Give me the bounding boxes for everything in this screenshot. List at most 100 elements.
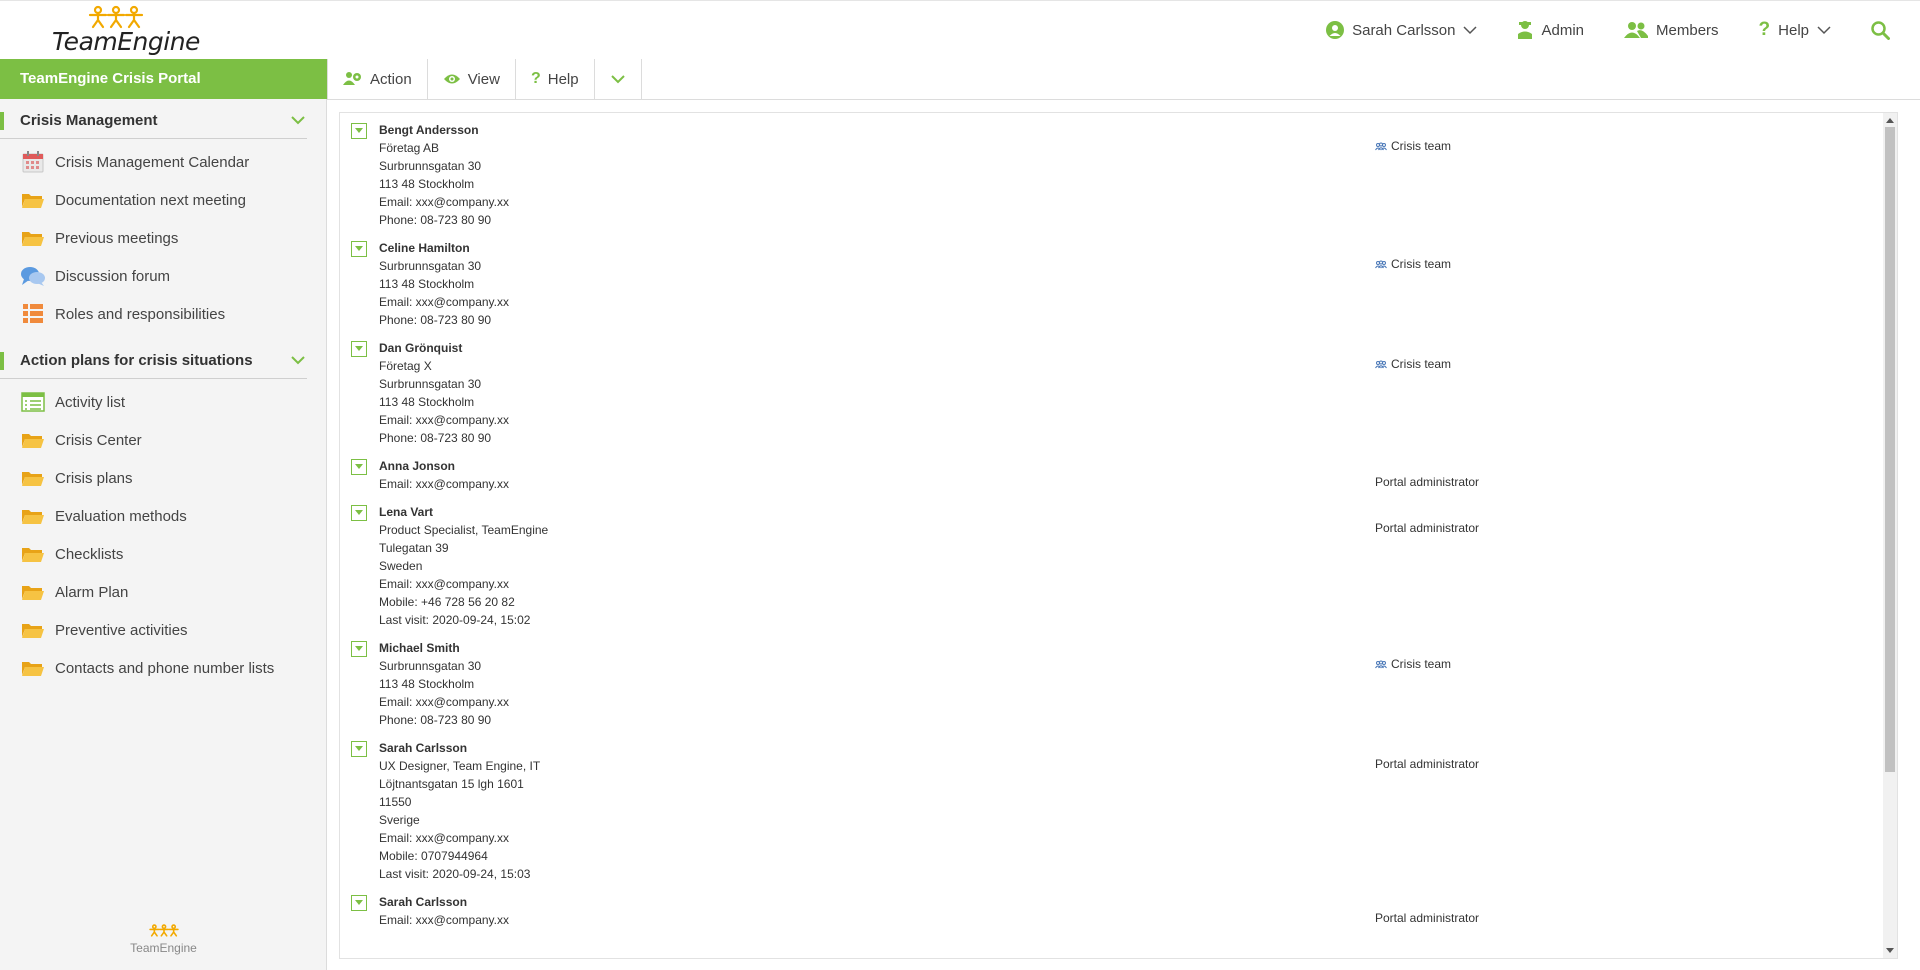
member-details: Bengt Andersson Företag AB Surbrunnsgatan …: [379, 121, 1897, 229]
folder-icon: [20, 429, 46, 451]
sidebar-item-crisis-plans[interactable]: Crisis plans: [0, 459, 326, 497]
action-users-icon: [343, 72, 361, 85]
question-icon: ?: [1758, 19, 1771, 40]
crisis-team-icon: [1375, 142, 1387, 151]
member-detail-line: Surbrunnsgatan 30: [379, 659, 482, 673]
toolbar-expand-button[interactable]: [595, 59, 642, 99]
admin-icon: [1518, 21, 1533, 39]
sidebar-item-crisis-center[interactable]: Crisis Center: [0, 421, 326, 459]
sidebar-item-documentation-next-meeting[interactable]: Documentation next meeting: [0, 181, 326, 219]
member-detail-line: Mobile: +46 728 56 20 82: [379, 595, 515, 609]
section-header-crisis-management[interactable]: Crisis Management: [0, 103, 307, 139]
user-menu[interactable]: Sarah Carlsson: [1306, 1, 1497, 59]
member-role: Portal administrator: [1375, 475, 1479, 489]
sidebar-item-discussion-forum[interactable]: Discussion forum: [0, 257, 326, 295]
member-detail-line: Phone: 08-723 80 90: [379, 213, 492, 227]
sidebar: Crisis Management Crisis Management Calen…: [0, 99, 327, 970]
member-detail-line: Product Specialist, TeamEngine: [379, 523, 549, 537]
member-detail-line: Tulegatan 39: [379, 541, 449, 555]
member-expand-toggle[interactable]: [351, 341, 367, 357]
chevron-down-icon: [610, 74, 625, 83]
user-avatar-icon: [1326, 21, 1345, 39]
member-name[interactable]: Anna Jonson: [379, 457, 1897, 475]
member-details: Lena Vart Product Specialist, TeamEngine T…: [379, 503, 1897, 629]
member-expand-toggle[interactable]: [351, 459, 367, 475]
member-role: Crisis team: [1375, 657, 1451, 671]
action-button[interactable]: Action: [327, 59, 428, 99]
view-button[interactable]: View: [428, 59, 516, 99]
search-icon: [1871, 20, 1890, 40]
folder-icon: [20, 467, 46, 489]
member-entry: Sarah Carlsson UX Designer, Team Engine, …: [340, 734, 1897, 888]
scroll-up-arrow[interactable]: [1886, 118, 1894, 123]
member-details: Celine Hamilton Surbrunnsgatan 30 113 48 S…: [379, 239, 1897, 329]
member-role: Portal administrator: [1375, 911, 1479, 925]
help-button[interactable]: ? Help: [516, 59, 595, 99]
chevron-down-icon[interactable]: [291, 112, 305, 129]
sidebar-item-roles-and-responsibilities[interactable]: Roles and responsibilities: [0, 295, 326, 333]
chevron-down-icon: [1817, 25, 1831, 34]
portal-title[interactable]: TeamEngine Crisis Portal: [0, 59, 327, 99]
admin-link[interactable]: Admin: [1497, 1, 1604, 59]
member-role-label: Crisis team: [1391, 657, 1452, 671]
scroll-thumb[interactable]: [1885, 127, 1895, 772]
chevron-down-icon[interactable]: [291, 352, 305, 369]
member-detail-line: Phone: 08-723 80 90: [379, 431, 492, 445]
help-menu[interactable]: ? Help: [1739, 1, 1851, 59]
search-button[interactable]: [1851, 1, 1920, 59]
sidebar-item-contacts-and-phone-number-lists[interactable]: Contacts and phone number lists: [0, 649, 326, 687]
sidebar-item-alarm-plan[interactable]: Alarm Plan: [0, 573, 326, 611]
scrollbar[interactable]: [1883, 113, 1897, 958]
member-name[interactable]: Dan Grönquist: [379, 339, 1897, 357]
folder-icon: [20, 505, 46, 527]
member-list: Bengt Andersson Företag AB Surbrunnsgatan …: [340, 113, 1897, 934]
sidebar-item-checklists[interactable]: Checklists: [0, 535, 326, 573]
user-name: Sarah Carlsson: [1352, 21, 1456, 39]
member-detail-line: UX Designer, Team Engine, IT: [379, 759, 541, 773]
section-header-action-plans-for-crisis-situations[interactable]: Action plans for crisis situations: [0, 343, 307, 379]
sidebar-item-label: Crisis plans: [55, 469, 133, 487]
member-name[interactable]: Lena Vart: [379, 503, 1897, 521]
logo-people-icon: [148, 924, 179, 937]
member-expand-toggle[interactable]: [351, 123, 367, 139]
teamengine-logo[interactable]: TeamEngine: [50, 5, 200, 56]
member-details: Dan Grönquist Företag X Surbrunnsgatan 30 1…: [379, 339, 1897, 447]
folder-icon: [20, 619, 46, 641]
section-items: Crisis Management Calendar Documentation …: [0, 139, 326, 339]
member-expand-toggle[interactable]: [351, 641, 367, 657]
member-detail-line: Email: xxx@company.xx: [379, 477, 509, 491]
scroll-down-arrow[interactable]: [1886, 948, 1894, 953]
sidebar-item-label: Crisis Center: [55, 431, 142, 449]
sidebar-footer-logo: TeamEngine: [0, 924, 327, 955]
member-role-label: Portal administrator: [1375, 521, 1480, 535]
member-name[interactable]: Bengt Andersson: [379, 121, 1897, 139]
sidebar-item-label: Contacts and phone number lists: [55, 659, 275, 677]
sidebar-item-activity-list[interactable]: Activity list: [0, 383, 326, 421]
member-name[interactable]: Celine Hamilton: [379, 239, 1897, 257]
members-link[interactable]: Members: [1604, 1, 1739, 59]
folder-icon: [20, 543, 46, 565]
section-items: Activity list Crisis Center Crisis plans Ev…: [0, 379, 326, 693]
folder-icon: [20, 657, 46, 679]
member-detail-line: Sweden: [379, 559, 423, 573]
member-expand-toggle[interactable]: [351, 741, 367, 757]
member-name[interactable]: Sarah Carlsson: [379, 893, 1897, 911]
sidebar-item-label: Evaluation methods: [55, 507, 187, 525]
member-name[interactable]: Sarah Carlsson: [379, 739, 1897, 757]
sidebar-item-preventive-activities[interactable]: Preventive activities: [0, 611, 326, 649]
member-name[interactable]: Michael Smith: [379, 639, 1897, 657]
sidebar-item-previous-meetings[interactable]: Previous meetings: [0, 219, 326, 257]
folder-icon: [20, 189, 46, 211]
member-detail-line: Mobile: 0707944964: [379, 849, 488, 863]
sidebar-item-evaluation-methods[interactable]: Evaluation methods: [0, 497, 326, 535]
member-role: Crisis team: [1375, 139, 1451, 153]
admin-label: Admin: [1541, 21, 1585, 39]
sidebar-item-crisis-management-calendar[interactable]: Crisis Management Calendar: [0, 143, 326, 181]
member-expand-toggle[interactable]: [351, 505, 367, 521]
member-expand-toggle[interactable]: [351, 241, 367, 257]
member-detail-line: Email: xxx@company.xx: [379, 195, 509, 209]
member-detail-line: 113 48 Stockholm: [379, 177, 475, 191]
member-detail-line: Email: xxx@company.xx: [379, 913, 509, 927]
member-detail-line: 113 48 Stockholm: [379, 277, 475, 291]
member-expand-toggle[interactable]: [351, 895, 367, 911]
